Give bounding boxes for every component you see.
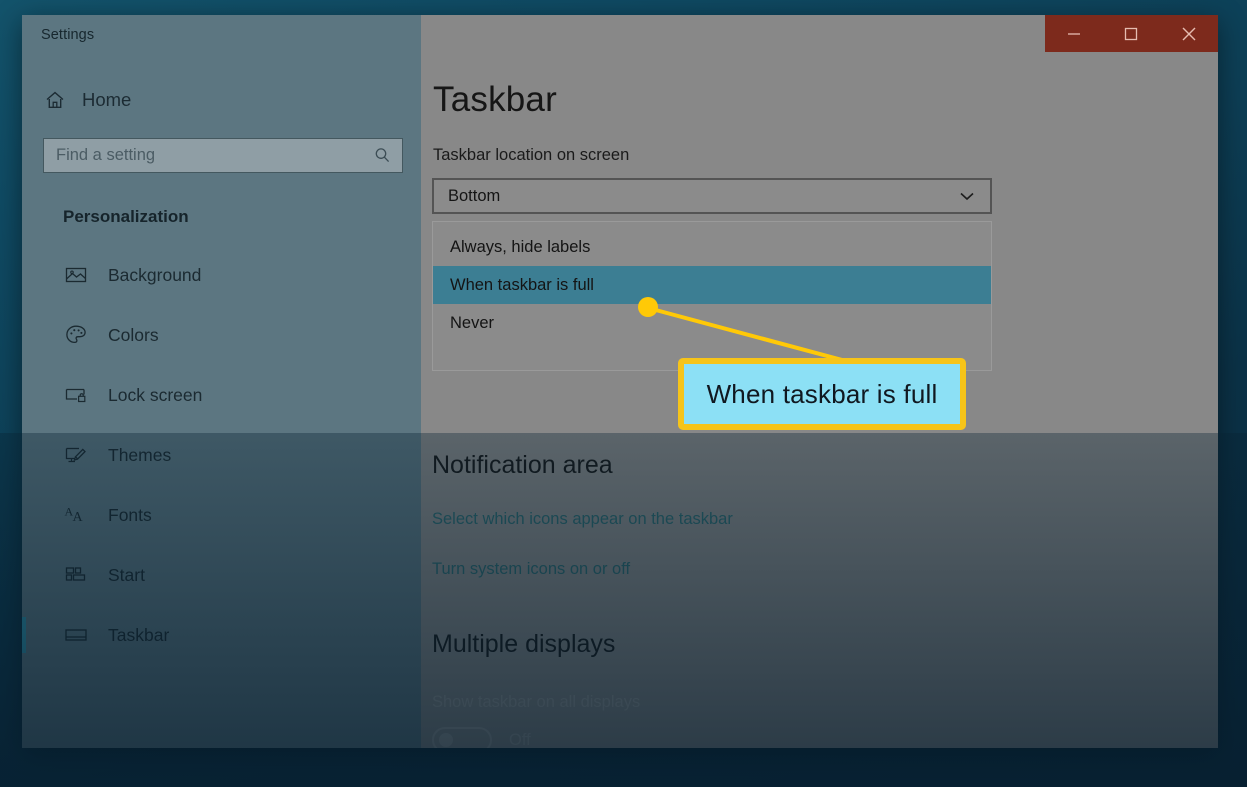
sidebar-item-lock-screen[interactable]: Lock screen — [22, 365, 421, 425]
sidebar-item-colors[interactable]: Colors — [22, 305, 421, 365]
sidebar-item-label: Lock screen — [108, 384, 203, 405]
home-icon — [44, 89, 66, 111]
taskbar-location-value: Bottom — [448, 186, 501, 205]
maximize-button[interactable] — [1108, 15, 1154, 52]
window-title: Settings — [41, 27, 95, 43]
taskbar-location-dropdown-list[interactable]: Always, hide labels When taskbar is full… — [432, 221, 992, 371]
lock-screen-icon — [64, 383, 88, 407]
toggle-state-label: Off — [509, 730, 531, 749]
taskbar-location-label: Taskbar location on screen — [433, 146, 630, 164]
toggle-knob — [439, 733, 453, 747]
minimize-button[interactable] — [1051, 15, 1097, 52]
multiple-displays-heading: Multiple displays — [432, 630, 616, 658]
svg-text:A: A — [73, 510, 84, 525]
sidebar-item-start[interactable]: Start — [22, 545, 421, 605]
annotation-callout-text: When taskbar is full — [706, 378, 938, 409]
sidebar-item-label: Taskbar — [108, 624, 170, 645]
sidebar-nav-list: Background Colors Lock screen Themes A A… — [22, 245, 421, 665]
palette-icon — [64, 323, 88, 347]
select-icons-link[interactable]: Select which icons appear on the taskbar — [432, 510, 733, 529]
settings-sidebar: Settings Home Find a setting Personaliza… — [22, 15, 421, 748]
sidebar-item-label: Colors — [108, 324, 159, 345]
dropdown-option-highlighted[interactable]: When taskbar is full — [433, 266, 991, 304]
sidebar-item-label: Start — [108, 564, 145, 585]
sidebar-item-background[interactable]: Background — [22, 245, 421, 305]
search-box[interactable] — [43, 138, 403, 173]
dropdown-option[interactable]: Always, hide labels — [433, 228, 991, 266]
taskbar-location-select[interactable]: Bottom — [432, 178, 992, 214]
close-button[interactable] — [1166, 15, 1212, 52]
sidebar-item-label: Background — [108, 264, 202, 285]
sidebar-item-taskbar[interactable]: Taskbar — [22, 605, 421, 665]
sidebar-item-label: Fonts — [108, 504, 152, 525]
settings-window: Settings Home Find a setting Personaliza… — [22, 15, 1218, 748]
search-input[interactable] — [56, 146, 373, 165]
sidebar-item-themes[interactable]: Themes — [22, 425, 421, 485]
system-icons-link[interactable]: Turn system icons on or off — [432, 560, 630, 579]
sidebar-item-fonts[interactable]: A A Fonts — [22, 485, 421, 545]
search-icon[interactable] — [373, 146, 392, 165]
fonts-aa-icon: A A — [64, 503, 88, 527]
sidebar-item-label: Themes — [108, 444, 172, 465]
taskbar-icon — [64, 623, 88, 647]
close-icon — [1180, 25, 1198, 43]
maximize-icon — [1123, 26, 1139, 42]
annotation-callout: When taskbar is full — [678, 358, 966, 430]
home-label: Home — [82, 89, 132, 110]
sidebar-item-home[interactable]: Home — [22, 83, 421, 117]
dropdown-option[interactable]: Never — [433, 304, 991, 342]
chevron-down-icon — [957, 189, 977, 203]
sidebar-group-title: Personalization — [63, 207, 189, 226]
show-taskbar-all-displays-row: Off — [432, 727, 531, 748]
page-title: Taskbar — [433, 80, 557, 119]
themes-brush-icon — [64, 443, 88, 467]
minimize-icon — [1066, 26, 1082, 42]
notification-area-heading: Notification area — [432, 451, 613, 479]
window-controls — [1045, 15, 1218, 52]
show-taskbar-toggle[interactable] — [432, 727, 492, 748]
picture-icon — [64, 263, 88, 287]
show-taskbar-all-displays-label: Show taskbar on all displays — [432, 693, 641, 711]
desktop-background: Settings Home Find a setting Personaliza… — [0, 0, 1247, 787]
start-tiles-icon — [64, 563, 88, 587]
